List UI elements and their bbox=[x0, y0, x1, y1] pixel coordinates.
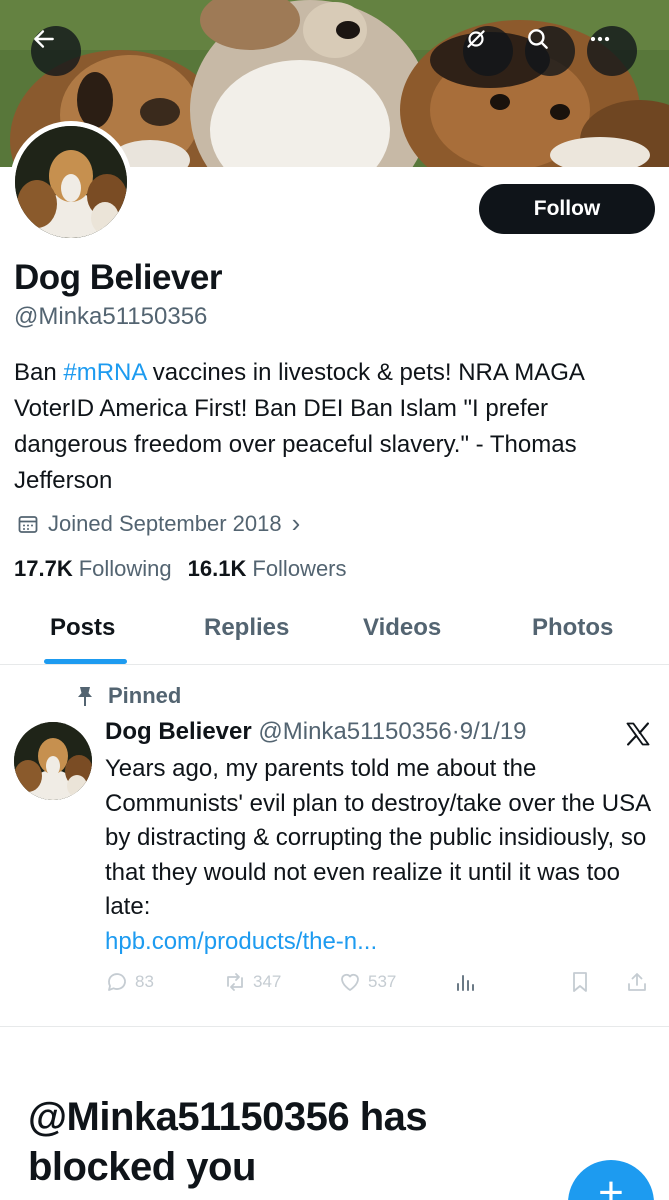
tab-videos[interactable]: Videos bbox=[363, 614, 441, 642]
followers-label: Followers bbox=[252, 556, 347, 581]
share-button[interactable] bbox=[625, 970, 649, 994]
compose-post-button[interactable]: + bbox=[568, 1160, 654, 1200]
post-link[interactable]: hpb.com/products/the-n... bbox=[105, 928, 377, 955]
like-count: 537 bbox=[368, 972, 397, 991]
post-body: Years ago, my parents told me about the … bbox=[105, 752, 660, 959]
follow-stats: 17.7K Following 16.1K Followers bbox=[14, 556, 347, 582]
profile-avatar[interactable] bbox=[10, 121, 132, 243]
back-button[interactable] bbox=[31, 26, 81, 76]
blocked-message: @Minka51150356 has blocked you bbox=[28, 1095, 428, 1189]
plus-icon: + bbox=[598, 1168, 624, 1200]
post-date[interactable]: 9/1/19 bbox=[460, 718, 527, 745]
followers-link[interactable]: 16.1K Followers bbox=[188, 556, 347, 582]
notifications-button[interactable] bbox=[463, 26, 513, 76]
following-link[interactable]: 17.7K Following bbox=[14, 556, 172, 582]
reply-button[interactable]: 83 bbox=[105, 970, 154, 994]
analytics-icon bbox=[457, 975, 474, 991]
profile-handle: @Minka51150356 bbox=[14, 303, 208, 330]
like-button[interactable]: 537 bbox=[338, 970, 396, 994]
post-actions: 83 347 537 bbox=[105, 970, 655, 1000]
x-logo-icon bbox=[626, 722, 650, 746]
joined-text: Joined September 2018 bbox=[48, 510, 282, 536]
search-icon bbox=[528, 29, 548, 49]
more-button[interactable] bbox=[587, 26, 637, 76]
no-notifications-icon bbox=[467, 30, 485, 48]
repost-button[interactable]: 347 bbox=[223, 970, 281, 994]
tab-replies[interactable]: Replies bbox=[204, 614, 289, 642]
views-button[interactable] bbox=[453, 970, 477, 994]
pin-icon bbox=[78, 687, 92, 706]
profile-display-name: Dog Believer bbox=[14, 258, 222, 297]
post-avatar-image bbox=[14, 722, 92, 800]
more-icon bbox=[590, 36, 610, 42]
reply-icon bbox=[108, 973, 126, 991]
active-tab-indicator bbox=[44, 659, 127, 664]
section-divider bbox=[0, 1026, 669, 1027]
following-count: 17.7K bbox=[14, 556, 73, 581]
repost-count: 347 bbox=[253, 972, 282, 991]
bio-hashtag-link[interactable]: #mRNA bbox=[63, 359, 146, 386]
bookmark-icon bbox=[573, 972, 587, 992]
followers-count: 16.1K bbox=[187, 556, 247, 581]
avatar-image bbox=[15, 126, 127, 238]
tab-photos[interactable]: Photos bbox=[532, 614, 613, 642]
chevron-right-icon: › bbox=[291, 508, 301, 538]
joined-date-row[interactable]: Joined September 2018 › bbox=[16, 508, 300, 539]
following-label: Following bbox=[78, 556, 172, 581]
post-header: Dog Believer @Minka51150356·9/1/19 bbox=[105, 718, 527, 746]
calendar-icon bbox=[18, 515, 38, 533]
search-button[interactable] bbox=[525, 26, 575, 76]
post-text: Years ago, my parents told me about the … bbox=[105, 755, 650, 920]
bio-text-start: Ban bbox=[14, 359, 64, 386]
heart-icon bbox=[341, 973, 359, 991]
follow-button[interactable]: Follow bbox=[479, 184, 655, 234]
share-icon bbox=[628, 973, 646, 991]
repost-icon bbox=[227, 973, 243, 991]
profile-tabs: Posts Replies Videos Photos bbox=[0, 600, 669, 665]
post-separator: · bbox=[451, 718, 460, 745]
post-author-name[interactable]: Dog Believer bbox=[105, 718, 252, 745]
pinned-label: Pinned bbox=[108, 683, 182, 708]
tab-posts[interactable]: Posts bbox=[50, 614, 115, 642]
post-author-avatar[interactable] bbox=[14, 722, 92, 800]
post-author-handle[interactable]: @Minka51150356 bbox=[258, 718, 451, 745]
bookmark-button[interactable] bbox=[568, 970, 592, 994]
reply-count: 83 bbox=[135, 972, 154, 991]
pinned-indicator: Pinned bbox=[76, 683, 181, 709]
arrow-left-icon bbox=[34, 30, 54, 48]
profile-bio: Ban #mRNA vaccines in livestock & pets! … bbox=[14, 355, 659, 499]
